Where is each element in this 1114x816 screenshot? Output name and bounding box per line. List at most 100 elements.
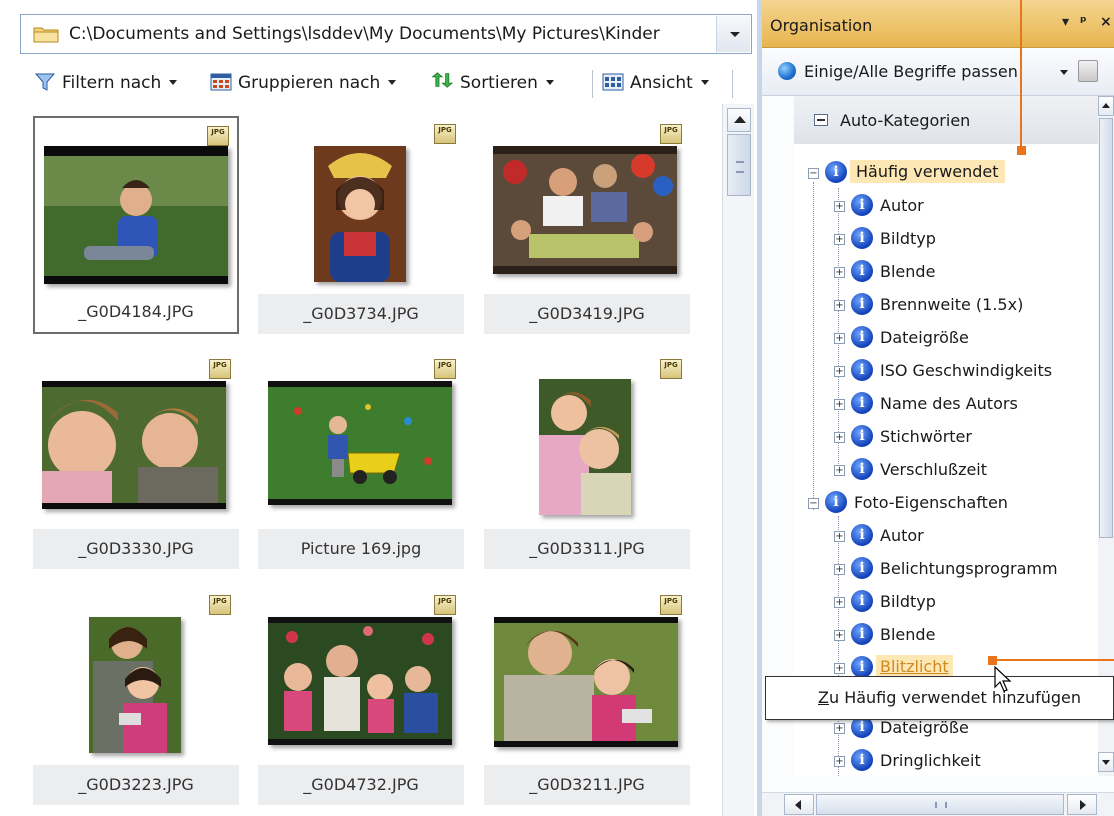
thumbnail-item[interactable]: JPG _G0D3419.JPG [484,116,690,334]
chevron-down-icon[interactable] [1060,70,1068,75]
filter-label: Filtern nach [62,73,162,93]
add-to-frequent-tooltip[interactable]: Zu Häufig verwendet hinzufügen [765,676,1114,720]
pane-header: Organisation ▾ ᵖ × [762,0,1114,48]
expand-icon[interactable]: + [834,300,845,311]
group-button[interactable]: Gruppieren nach [210,72,397,96]
pin-icon[interactable]: ᵖ [1080,14,1087,30]
info-icon: i [851,260,873,282]
thumbnail-caption: _G0D3734.JPG [303,304,419,323]
expand-icon[interactable]: + [834,756,845,767]
expand-icon[interactable]: + [834,465,845,476]
info-icon: i [851,359,873,381]
thumbnail-item[interactable]: JPG Picture 169.jpg [258,351,464,569]
scroll-right-button[interactable] [1067,794,1097,815]
scroll-down-button[interactable] [1098,752,1114,772]
sort-button[interactable]: Sortieren [432,72,554,96]
tree-node-label: ISO Geschwindigkeits [880,361,1053,380]
info-icon: i [851,458,873,480]
tree-node-label: Brennweite (1.5x) [880,295,1024,314]
tree-vertical-scrollbar[interactable] [1098,96,1114,776]
thumbnail-item[interactable]: JPG _G0D3311.JPG [484,351,690,569]
pane-title: Organisation [770,16,873,35]
thumbnail-item[interactable]: JPG _G0D4732.JPG [258,587,464,805]
info-icon: i [851,392,873,414]
expand-icon[interactable]: + [834,432,845,443]
expand-icon[interactable]: + [834,663,845,674]
jpg-badge-icon: JPG [207,126,229,146]
sort-icon [432,72,454,88]
expand-icon[interactable]: + [834,201,845,212]
photo-thumbnail [539,379,631,515]
expand-icon[interactable]: + [834,234,845,245]
photo-thumbnail [494,617,678,747]
info-icon: i [825,161,847,183]
expand-icon[interactable]: + [834,333,845,344]
match-mode-bar: Einige/Alle Begriffe passen [762,48,1114,96]
tree-node-label: Blende [880,262,936,281]
expand-icon[interactable]: + [834,723,845,734]
photo-thumbnail [42,381,226,509]
chevron-down-icon [169,80,178,85]
collapse-icon[interactable] [814,114,828,126]
photo-thumbnail [268,617,452,745]
scroll-left-button[interactable] [784,794,814,815]
tree-node-label: Foto-Eigenschaften [854,493,1008,512]
expand-icon[interactable]: + [834,366,845,377]
jpg-badge-icon: JPG [660,595,682,615]
scroll-thumb[interactable] [727,134,751,196]
thumbnail-item[interactable]: JPG _G0D3734.JPG [258,116,464,334]
scroll-thumb[interactable] [816,794,1064,815]
filter-button[interactable]: Filtern nach [34,72,178,96]
expand-icon[interactable]: + [834,399,845,410]
chevron-down-icon [388,80,397,85]
chevron-down-icon [700,80,709,85]
thumbnail-item[interactable]: JPG _G0D3223.JPG [33,587,239,805]
jpg-badge-icon: JPG [660,359,682,379]
scroll-up-button[interactable] [727,108,751,132]
tree-section-header[interactable]: Auto-Kategorien [794,96,1098,144]
thumbnail-scrollbar[interactable] [722,104,754,816]
info-icon: i [851,749,873,771]
tree-node-label: Dateigröße [880,718,969,737]
tree-node-label: Blitzlicht [876,655,953,678]
thumbnail-caption: _G0D4184.JPG [78,302,194,321]
expand-icon[interactable]: + [834,564,845,575]
collapse-icon[interactable]: − [808,168,819,179]
view-button[interactable]: Ansicht [602,72,709,96]
match-mode-dropdown[interactable]: Einige/Alle Begriffe passen [804,62,1018,81]
photo-thumbnail [493,146,677,274]
tree-node-label: Autor [880,526,924,545]
expand-icon[interactable]: + [834,630,845,641]
jpg-badge-icon: JPG [660,124,682,144]
thumbnail-caption: _G0D4732.JPG [303,775,419,794]
collapse-icon[interactable]: − [808,498,819,509]
note-icon[interactable] [1078,60,1098,82]
address-bar[interactable]: C:\Documents and Settings\lsddev\My Docu… [20,14,752,54]
thumbnail-caption: _G0D3211.JPG [529,775,645,794]
info-icon: i [825,491,847,513]
scroll-up-button[interactable] [1098,96,1114,116]
photo-thumbnail [44,146,228,284]
jpg-badge-icon: JPG [434,124,456,144]
callout-marker [1017,146,1026,155]
thumbnail-caption: _G0D3223.JPG [78,775,194,794]
thumbnail-item[interactable]: JPG _G0D4184.JPG [33,116,239,334]
tree-horizontal-scrollbar[interactable] [762,792,1114,816]
thumbnail-item[interactable]: JPG _G0D3330.JPG [33,351,239,569]
folder-path: C:\Documents and Settings\lsddev\My Docu… [69,24,660,44]
thumbnail-item[interactable]: JPG _G0D3211.JPG [484,587,690,805]
info-icon: i [851,227,873,249]
info-icon: i [851,623,873,645]
expand-icon[interactable]: + [834,597,845,608]
expand-icon[interactable]: + [834,531,845,542]
tree-node-label: Bildtyp [880,592,936,611]
close-icon[interactable]: × [1100,14,1112,30]
expand-icon[interactable]: + [834,267,845,278]
jpg-badge-icon: JPG [434,595,456,615]
address-dropdown-button[interactable] [716,16,750,52]
scroll-thumb[interactable] [1099,118,1113,538]
section-label: Auto-Kategorien [840,111,971,130]
pane-menu-button[interactable]: ▾ [1062,14,1069,30]
tree-node-label: Verschlußzeit [880,460,988,479]
mouse-cursor-icon [994,666,1012,692]
